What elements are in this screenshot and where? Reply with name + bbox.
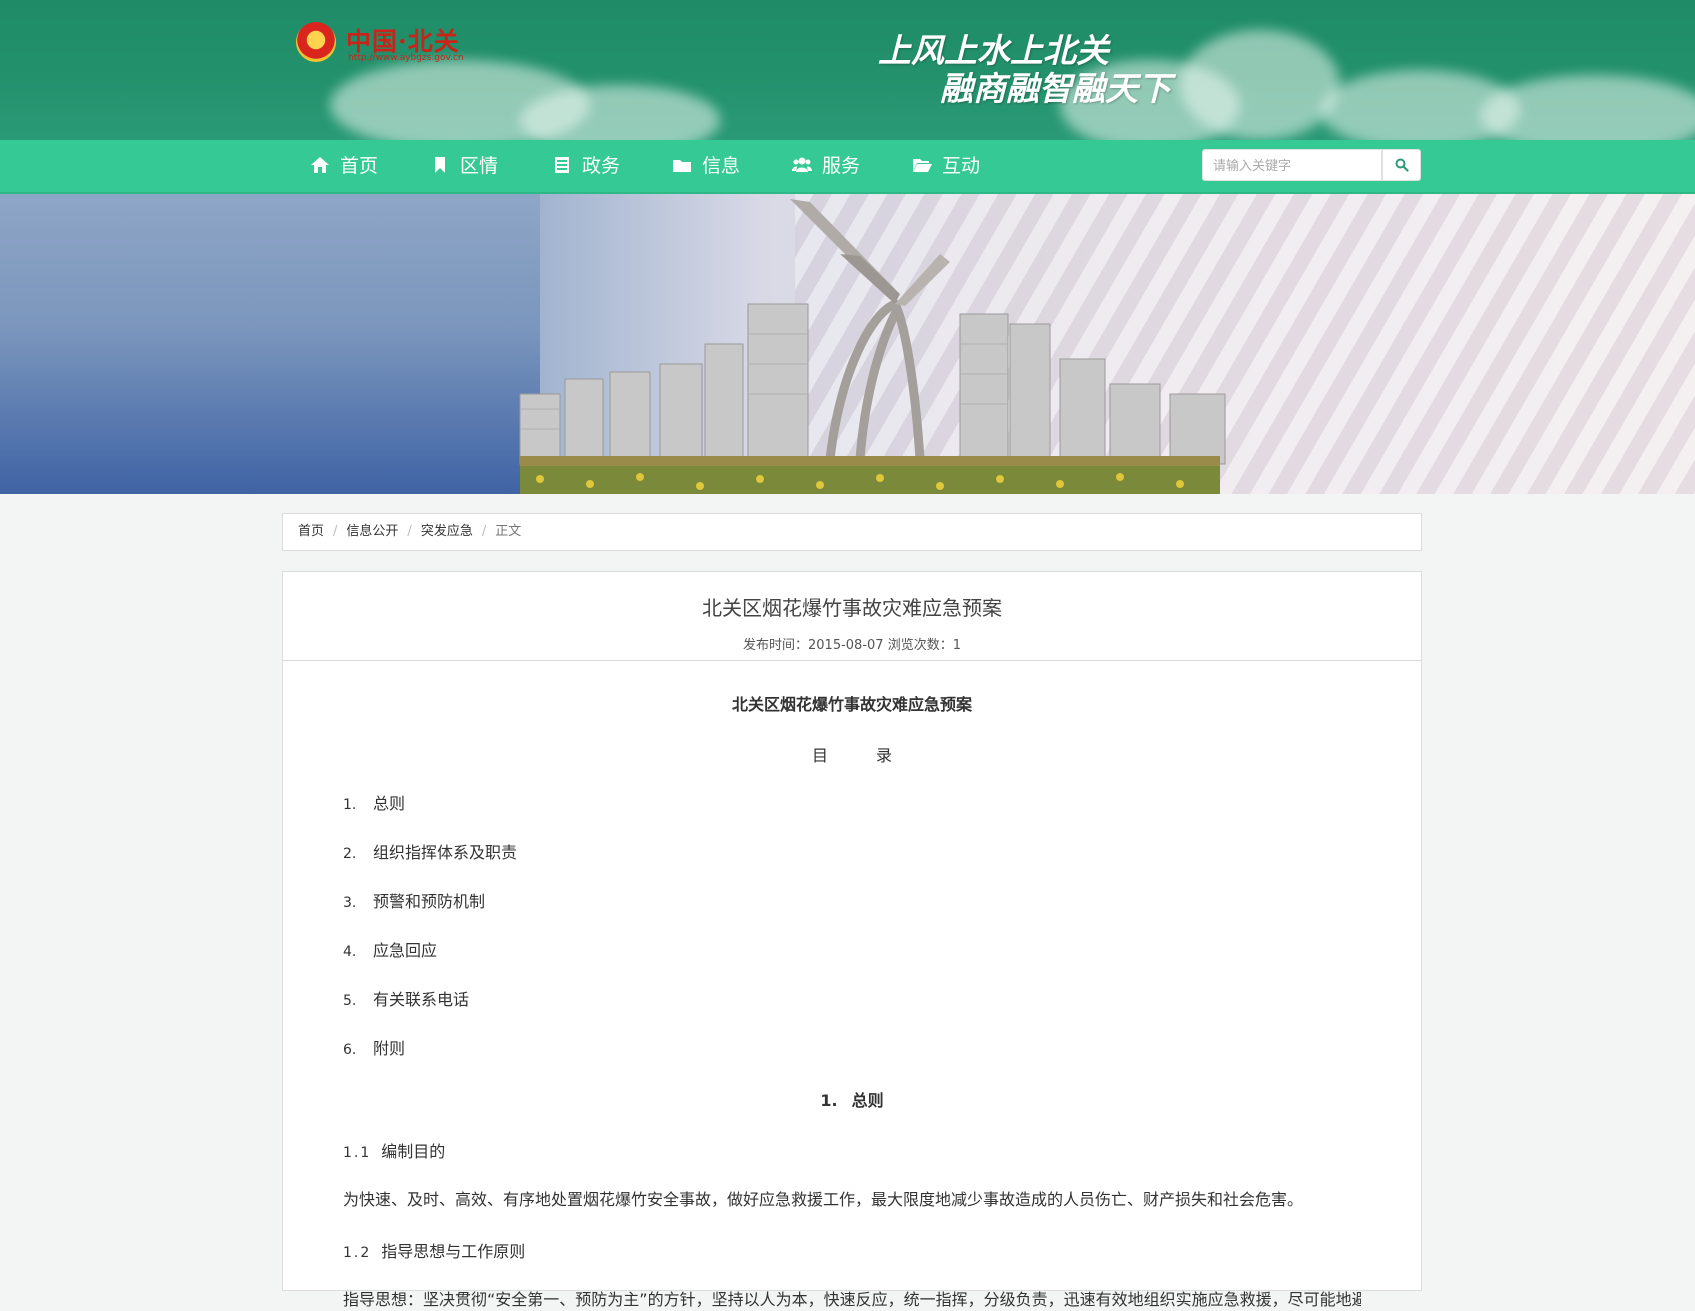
article-title: 北关区烟花爆竹事故灾难应急预案 bbox=[702, 596, 1002, 620]
nav-item-government[interactable]: 政务 bbox=[552, 140, 620, 192]
folder-open-icon bbox=[913, 159, 932, 172]
toc-heading-char: 录 bbox=[876, 746, 893, 765]
breadcrumb-current: 正文 bbox=[495, 524, 522, 539]
breadcrumb-link-info[interactable]: 信息公开 bbox=[346, 524, 398, 539]
section-heading: 1. 总则 bbox=[343, 1087, 1361, 1111]
bookmark-icon bbox=[435, 157, 445, 173]
breadcrumb-separator: / bbox=[407, 524, 412, 539]
subsection-number: 1.2 bbox=[343, 1245, 372, 1261]
toc-item-label: 组织指挥体系及职责 bbox=[373, 843, 518, 862]
section-label: 总则 bbox=[851, 1091, 884, 1110]
toc-item: 3. 预警和预防机制 bbox=[343, 891, 1361, 913]
toc-item-number: 1. bbox=[343, 797, 357, 813]
site-logo[interactable]: 中国·北关 http://www.aybgzs.gov.cn bbox=[296, 22, 466, 68]
section-number: 1. bbox=[820, 1091, 838, 1110]
search-button[interactable] bbox=[1382, 149, 1421, 181]
article-body: 北关区烟花爆竹事故灾难应急预案 目录 1. 总则 2. 组织指挥体系及职责 3. 预警… bbox=[283, 691, 1421, 1311]
site-header: 中国·北关 http://www.aybgzs.gov.cn 上风上水上北关 融… bbox=[0, 0, 1695, 140]
toc-item: 1. 总则 bbox=[343, 793, 1361, 815]
subsection-heading: 1.1 编制目的 bbox=[343, 1138, 1361, 1162]
paragraph: 为快速、及时、高效、有序地处置烟花爆竹安全事故，做好应急救援工作，最大限度地减少… bbox=[343, 1190, 1304, 1209]
toc-item-number: 4. bbox=[343, 944, 357, 960]
article-meta: 发布时间：2015-08-07 浏览次数：1 bbox=[743, 638, 961, 653]
cloud-decoration bbox=[1480, 75, 1695, 140]
nav-label: 互动 bbox=[942, 155, 981, 177]
search-input[interactable] bbox=[1202, 149, 1382, 181]
toc-item-label: 预警和预防机制 bbox=[373, 892, 486, 911]
nav-item-interaction[interactable]: 互动 bbox=[912, 140, 980, 192]
nav-label: 首页 bbox=[340, 155, 379, 177]
nav-label: 政务 bbox=[582, 155, 621, 177]
toc-item-number: 5. bbox=[343, 993, 357, 1009]
breadcrumb-link-emergency[interactable]: 突发应急 bbox=[421, 524, 473, 539]
nav-label: 区情 bbox=[460, 155, 499, 177]
main-nav: 首页 区情 政务 信息 服务 互动 bbox=[0, 140, 1695, 194]
subsection-heading: 1.2 指导思想与工作原则 bbox=[343, 1238, 1361, 1262]
subsection-number: 1.1 bbox=[343, 1145, 372, 1161]
logo-url: http://www.aybgzs.gov.cn bbox=[348, 53, 464, 63]
city-skyline-illustration bbox=[519, 199, 1226, 494]
toc-item-number: 6. bbox=[343, 1042, 357, 1058]
toc-item-label: 附则 bbox=[373, 1039, 406, 1058]
toc-item-label: 应急回应 bbox=[373, 941, 438, 960]
nav-label: 信息 bbox=[702, 155, 741, 177]
city-banner-image bbox=[0, 194, 1695, 494]
toc-item: 2. 组织指挥体系及职责 bbox=[343, 842, 1361, 864]
users-icon bbox=[792, 157, 812, 172]
breadcrumb-separator: / bbox=[481, 524, 487, 539]
nav-label: 服务 bbox=[822, 155, 861, 177]
paragraph: 指导思想：坚决贯彻“安全第一、预防为主”的方针，坚持以人为本，快速反应，统一指挥… bbox=[343, 1290, 1361, 1309]
breadcrumb-separator: / bbox=[333, 524, 338, 539]
subsection-label: 指导思想与工作原则 bbox=[381, 1242, 526, 1261]
toc-item: 6. 附则 bbox=[343, 1038, 1361, 1060]
nav-item-services[interactable]: 服务 bbox=[792, 140, 860, 192]
toc-item-label: 总则 bbox=[373, 794, 406, 813]
folder-icon bbox=[673, 160, 691, 172]
table-of-contents: 1. 总则 2. 组织指挥体系及职责 3. 预警和预防机制 4. 应急回应 5. 有关联系… bbox=[343, 793, 1361, 1060]
nav-item-home[interactable]: 首页 bbox=[310, 140, 378, 192]
slogan-line-1: 上风上水上北关 bbox=[878, 31, 1109, 70]
document-title: 北关区烟花爆竹事故灾难应急预案 bbox=[731, 695, 972, 714]
toc-heading-char: 目 bbox=[811, 746, 828, 765]
breadcrumb-link-home[interactable]: 首页 bbox=[298, 524, 324, 539]
national-emblem-icon bbox=[296, 22, 336, 62]
search-icon bbox=[1395, 158, 1409, 172]
home-icon bbox=[311, 157, 329, 173]
toc-heading: 目录 bbox=[343, 742, 1361, 766]
nav-item-information[interactable]: 信息 bbox=[672, 140, 740, 192]
toc-item-label: 有关联系电话 bbox=[373, 990, 470, 1009]
toc-item-number: 3. bbox=[343, 895, 357, 911]
nav-item-overview[interactable]: 区情 bbox=[430, 140, 498, 192]
header-slogan: 上风上水上北关 融商融智融天下 bbox=[878, 32, 1171, 108]
subsection-label: 编制目的 bbox=[381, 1142, 446, 1161]
toc-item: 4. 应急回应 bbox=[343, 940, 1361, 962]
article-header: 北关区烟花爆竹事故灾难应急预案 发布时间：2015-08-07 浏览次数：1 bbox=[283, 572, 1421, 661]
cloud-decoration bbox=[1180, 30, 1340, 140]
toc-item-number: 2. bbox=[343, 846, 357, 862]
article-panel: 北关区烟花爆竹事故灾难应急预案 发布时间：2015-08-07 浏览次数：1 北… bbox=[282, 571, 1422, 1309]
list-icon bbox=[555, 157, 569, 173]
toc-item: 5. 有关联系电话 bbox=[343, 989, 1361, 1011]
slogan-line-2: 融商融智融天下 bbox=[940, 69, 1171, 108]
breadcrumb: 首页 / 信息公开 / 突发应急 / 正文 bbox=[282, 513, 1422, 551]
